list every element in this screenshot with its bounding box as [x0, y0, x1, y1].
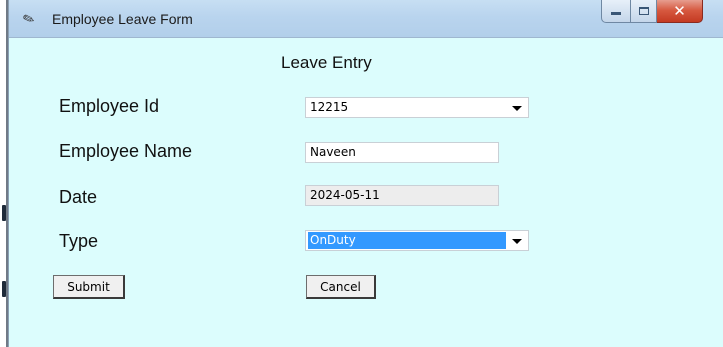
- app-window: ✎ Employee Leave Form ✕ Leave Entry Empl…: [8, 0, 723, 347]
- date-label: Date: [59, 187, 98, 207]
- employee-id-value: 12215: [310, 100, 349, 114]
- chevron-down-icon[interactable]: [512, 239, 522, 244]
- type-combobox[interactable]: OnDuty: [305, 230, 529, 251]
- employee-name-label: Employee Name: [59, 141, 193, 161]
- employee-name-value: Naveen: [310, 145, 356, 159]
- maximize-icon: [638, 6, 649, 15]
- chevron-down-icon[interactable]: [512, 106, 522, 111]
- cancel-button[interactable]: Cancel: [306, 275, 376, 299]
- window-title: Employee Leave Form: [52, 11, 193, 27]
- employee-name-field[interactable]: Naveen: [305, 142, 499, 163]
- title-bar[interactable]: ✎ Employee Leave Form ✕: [9, 0, 723, 38]
- close-icon: ✕: [673, 1, 686, 20]
- type-value: OnDuty: [308, 232, 506, 249]
- minimize-icon: [611, 12, 621, 15]
- date-field[interactable]: 2024-05-11: [305, 185, 499, 206]
- employee-id-label: Employee Id: [59, 96, 160, 116]
- feather-icon: ✎: [20, 10, 38, 30]
- form-heading: Leave Entry: [281, 53, 372, 72]
- maximize-button[interactable]: [631, 0, 657, 23]
- date-value: 2024-05-11: [310, 188, 380, 202]
- minimize-button[interactable]: [601, 0, 631, 23]
- window-controls: ✕: [601, 0, 703, 24]
- background-strip: [0, 0, 8, 347]
- submit-button[interactable]: Submit: [53, 275, 125, 299]
- employee-id-combobox[interactable]: 12215: [305, 97, 529, 118]
- type-label: Type: [59, 231, 99, 251]
- close-button[interactable]: ✕: [657, 0, 703, 23]
